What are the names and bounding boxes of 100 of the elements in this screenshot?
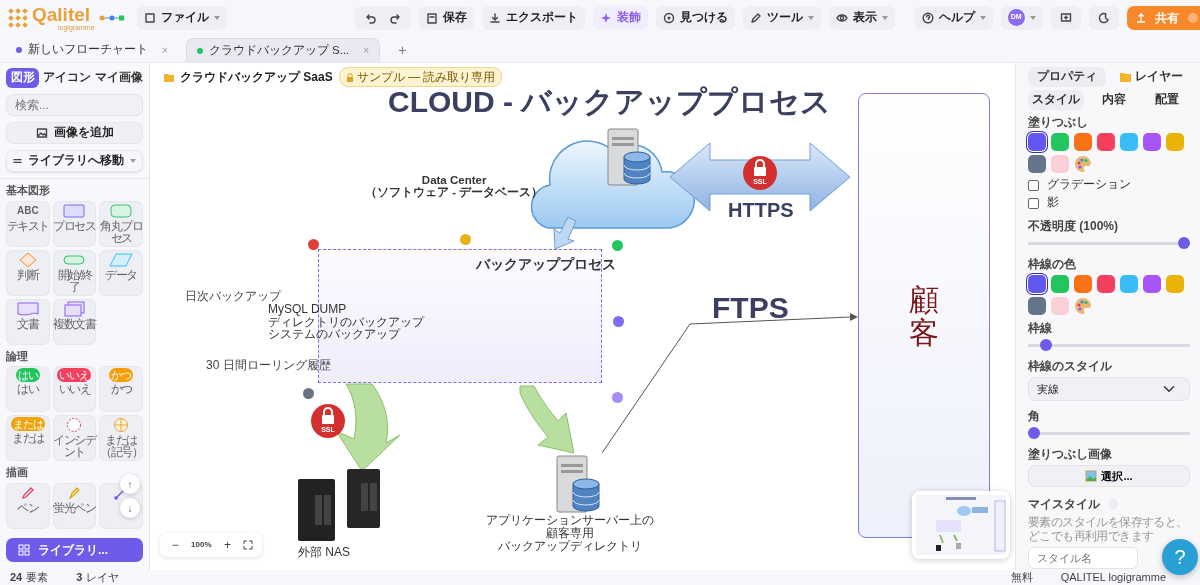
connector-label: FTPS xyxy=(712,290,789,326)
slider-thumb[interactable] xyxy=(1178,237,1190,249)
shape-tile[interactable]: データ xyxy=(99,249,143,296)
minimap[interactable] xyxy=(912,491,1010,559)
folder-icon xyxy=(1119,72,1131,82)
document-tab[interactable]: 新しいフローチャート × xyxy=(6,38,178,62)
color-swatch[interactable] xyxy=(1143,275,1161,293)
shape-tile[interactable]: 判断 xyxy=(6,249,50,296)
shape-tile[interactable]: ペン xyxy=(6,482,50,529)
color-swatch[interactable] xyxy=(1028,297,1046,315)
link-handle[interactable] xyxy=(612,392,623,403)
checkbox[interactable] xyxy=(1028,197,1039,209)
tile-label: 判断 xyxy=(17,268,39,281)
theme-button[interactable] xyxy=(1088,5,1119,30)
field-label: 枠線 xyxy=(1028,320,1053,337)
toolbar-button[interactable]: エクスポート xyxy=(481,5,585,30)
zoom-out-button[interactable]: − xyxy=(168,536,182,554)
file-menu[interactable]: ファイル xyxy=(136,5,227,30)
search-field[interactable]: 検索... xyxy=(6,94,143,116)
library-button[interactable]: ライブラリ... xyxy=(6,538,143,562)
style-name-field[interactable]: スタイル名 xyxy=(1028,546,1138,569)
logo-text: Qalitel xyxy=(32,4,92,24)
document-tab[interactable]: クラウドバックアップ S... × xyxy=(185,38,381,62)
color-swatch[interactable] xyxy=(1028,155,1046,173)
library-menu[interactable]: ライブラリへ移動 xyxy=(6,150,143,172)
color-swatch[interactable] xyxy=(1051,133,1069,151)
color-swatch[interactable] xyxy=(1028,275,1046,293)
color-swatch[interactable] xyxy=(1097,133,1115,151)
checkbox[interactable] xyxy=(1028,179,1039,191)
sidebar-tab[interactable]: アイコン xyxy=(43,68,91,88)
badge-text: サンプル — 読み取り専用 xyxy=(356,69,496,86)
toolbar-button[interactable]: 見つける xyxy=(655,5,735,30)
tile-label: かつ xyxy=(110,383,132,396)
tile-label: または（記号） xyxy=(99,434,143,459)
panel-tab[interactable]: 内容 xyxy=(1090,90,1137,110)
resize-handle[interactable] xyxy=(613,316,624,327)
color-swatch[interactable] xyxy=(1166,133,1184,151)
customer-shape[interactable]: 顧客 xyxy=(858,93,990,538)
shape-tile[interactable]: 蛍光ペン xyxy=(52,482,97,529)
line-style-select[interactable]: 実線 xyxy=(1028,377,1190,401)
shape-tile[interactable]: いいえ いいえ xyxy=(52,366,97,412)
toolbar-button[interactable]: 表示 xyxy=(828,5,895,30)
shape-tile[interactable]: ABC テキスト xyxy=(6,200,50,247)
scroll-up-button[interactable]: ↑ xyxy=(120,474,140,494)
shape-tile[interactable]: 開始/終了 xyxy=(52,249,97,296)
shape-tile[interactable]: または または xyxy=(6,415,50,461)
shape-tile[interactable]: かつ かつ xyxy=(99,366,143,412)
tag: いいえ xyxy=(57,368,92,382)
tab-title: クラウドバックアップ S... xyxy=(208,42,350,58)
node-label: 顧客 xyxy=(909,282,939,349)
upload-icon xyxy=(1134,11,1147,24)
color-swatch[interactable] xyxy=(1120,275,1138,293)
panel-tab[interactable]: レイヤー xyxy=(1112,67,1190,87)
close-handle[interactable] xyxy=(303,388,314,399)
color-swatch[interactable] xyxy=(1051,297,1069,315)
color-swatch[interactable] xyxy=(1120,133,1138,151)
shape-tile[interactable]: インシデント xyxy=(52,415,97,461)
node-label: バックアップディレクトリ xyxy=(497,540,643,554)
add-image-button[interactable]: 画像を追加 xyxy=(6,122,143,144)
text-icon: ABC xyxy=(17,202,39,219)
color-swatch[interactable] xyxy=(1166,275,1184,293)
new-tab-button[interactable]: + xyxy=(388,38,417,62)
toolbar-button[interactable]: ヘルプ xyxy=(914,5,993,30)
color-swatch[interactable] xyxy=(1097,275,1115,293)
delete-handle[interactable] xyxy=(308,239,319,250)
shape-tile[interactable]: 文書 xyxy=(6,298,50,345)
color-swatch[interactable] xyxy=(1051,155,1069,173)
shape-tile[interactable]: または（記号） xyxy=(99,415,143,461)
rotate-handle[interactable] xyxy=(460,234,471,245)
color-swatch[interactable] xyxy=(1051,275,1069,293)
color-swatch[interactable] xyxy=(1143,133,1161,151)
logo-icon xyxy=(8,7,28,28)
color-swatch[interactable] xyxy=(1074,133,1092,151)
shape-tile[interactable]: 複数文書 xyxy=(52,298,97,345)
shape-tile[interactable]: はい はい xyxy=(6,366,50,412)
tile-label: 蛍光ペン xyxy=(53,501,96,514)
caret-icon xyxy=(881,15,888,20)
color-swatch[interactable] xyxy=(1074,275,1092,293)
sidebar-tab[interactable]: 図形 xyxy=(6,68,39,88)
shape-tile[interactable]: 角丸プロセス xyxy=(99,200,143,247)
caret-icon xyxy=(1029,15,1036,20)
color-swatch[interactable] xyxy=(1028,133,1046,151)
slider-thumb[interactable] xyxy=(1028,427,1040,439)
tag: はい xyxy=(15,368,40,382)
panel-tab[interactable]: プロパティ xyxy=(1028,67,1106,87)
toolbar-button[interactable]: 保存 xyxy=(418,5,474,30)
toolbar-button[interactable]: 装飾 xyxy=(592,5,648,30)
zoom-in-button[interactable]: + xyxy=(220,536,234,554)
toolbar-button[interactable]: ツール xyxy=(742,5,821,30)
choose-image-button[interactable]: 選択... xyxy=(1028,465,1190,487)
sidebar-tab[interactable]: マイ画像 xyxy=(95,68,143,88)
file-icon xyxy=(143,11,156,24)
duplicate-handle[interactable] xyxy=(612,240,623,251)
present-button[interactable] xyxy=(1050,5,1081,30)
image-icon xyxy=(35,127,48,139)
panel-tab[interactable]: 配置 xyxy=(1143,90,1190,110)
panel-tab[interactable]: スタイル xyxy=(1028,90,1084,110)
shape-tile[interactable]: プロセス xyxy=(52,200,97,247)
node-label: 日次バックアップ xyxy=(185,288,281,304)
slider-thumb[interactable] xyxy=(1040,339,1052,351)
